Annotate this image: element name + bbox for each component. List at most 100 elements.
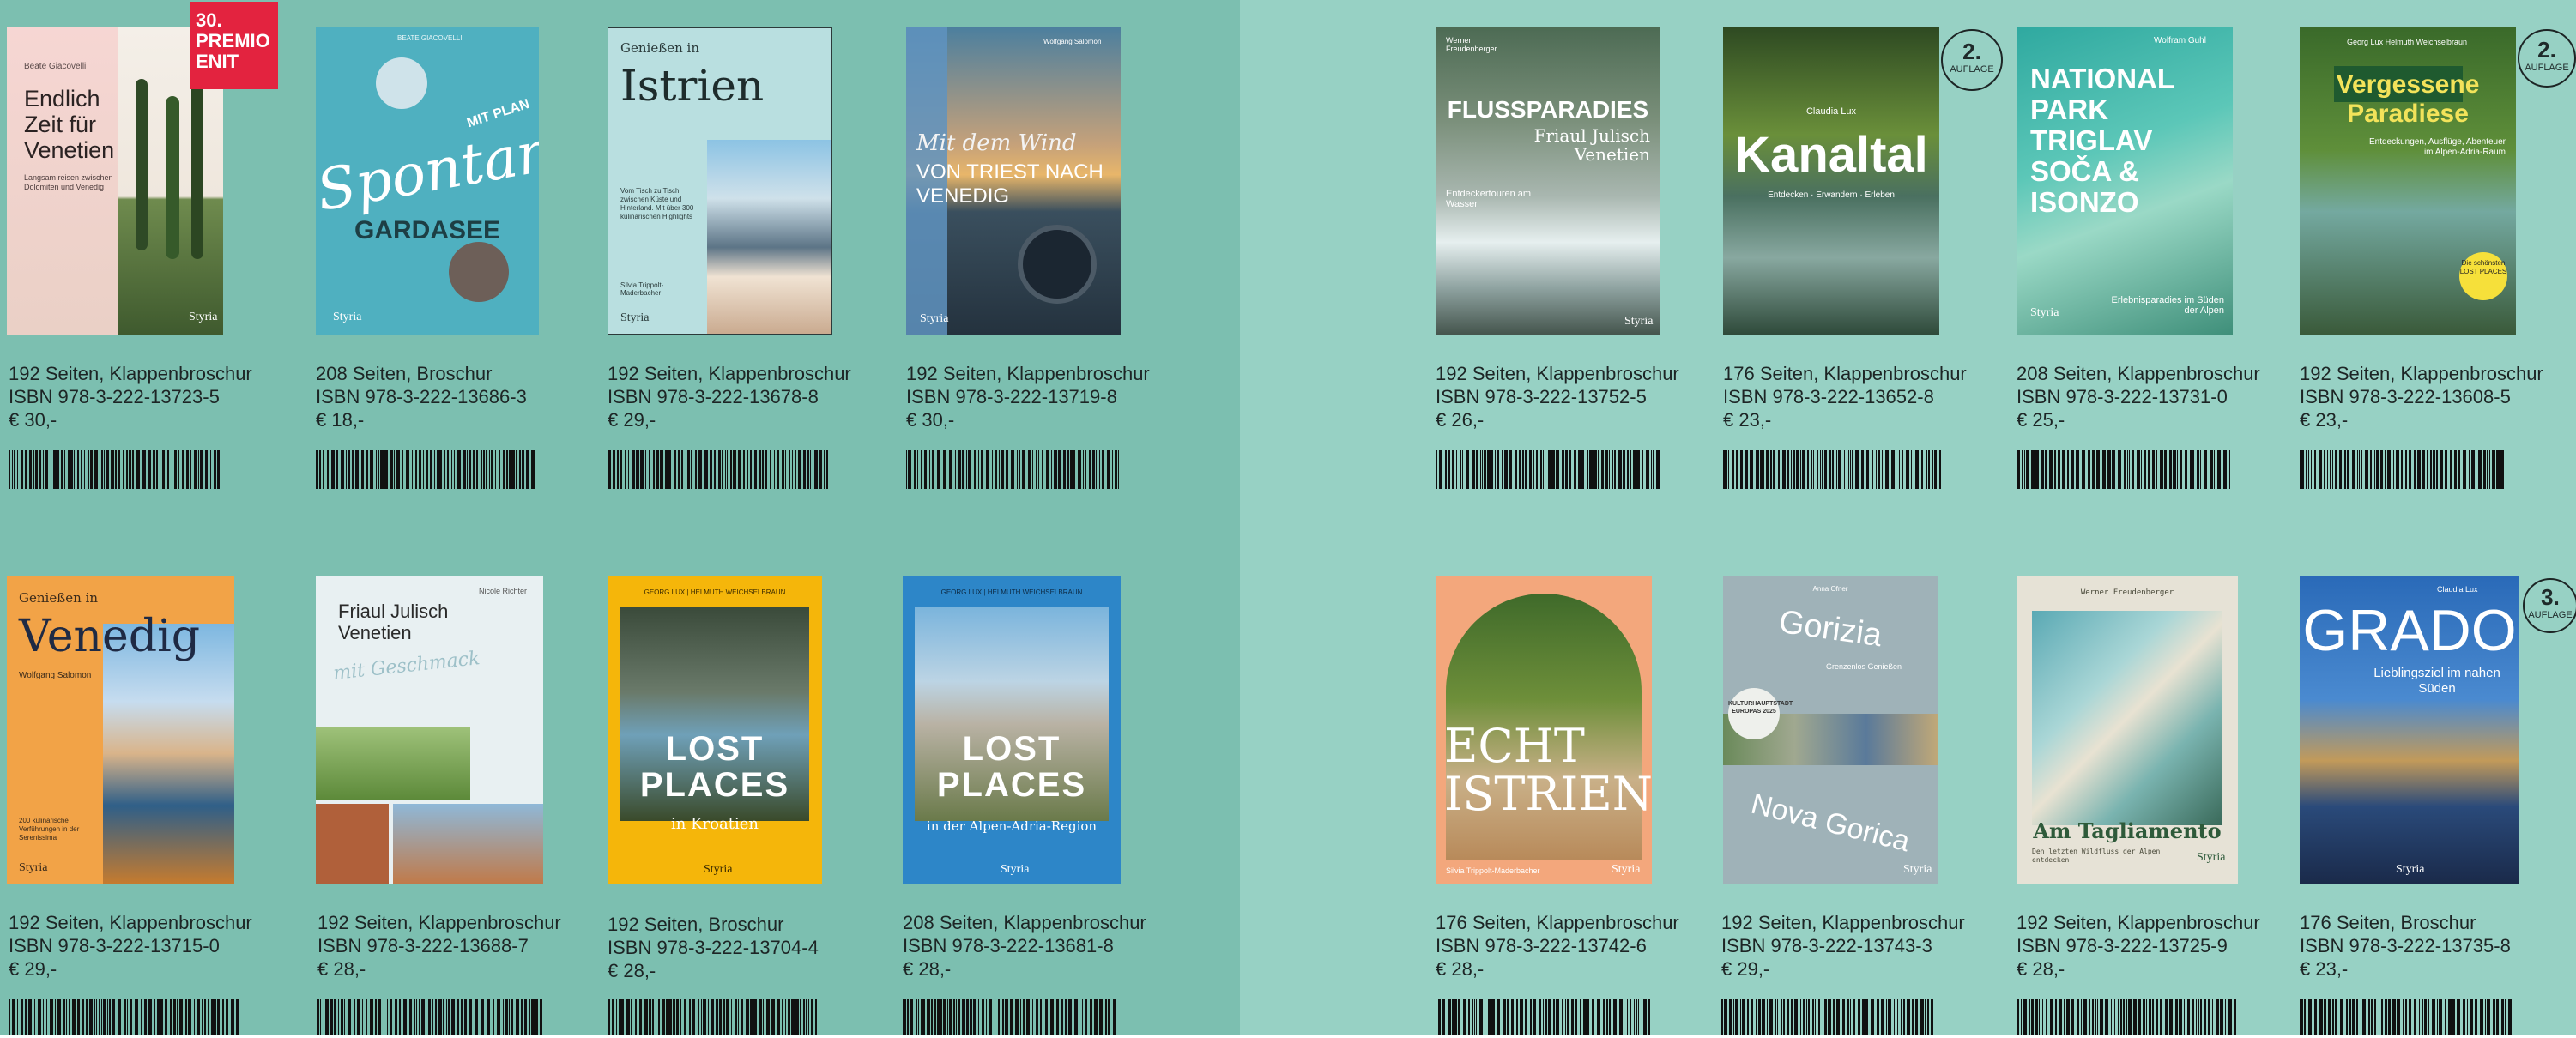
book-price: € 23,- <box>2300 958 2349 980</box>
book-isbn: ISBN 978-3-222-13678-8 <box>608 386 819 407</box>
book-pages: 176 Seiten, Klappenbroschur <box>1436 912 1679 933</box>
book-card-echt-istrien[interactable]: ECHT ISTRIEN Silvia Trippolt-Maderbacher… <box>1429 549 1720 1035</box>
cover-title: Endlich Zeit für Venetien <box>24 86 115 163</box>
book-pages: 192 Seiten, Klappenbroschur <box>1721 912 1965 933</box>
cover-title: Istrien <box>620 61 765 111</box>
book-pages: 192 Seiten, Klappenbroschur <box>2017 912 2260 933</box>
cover-publisher: Styria <box>2396 863 2425 876</box>
book-card-am-tagliamento[interactable]: Werner Freudenberger Am Tagliamento Den … <box>2010 549 2293 1035</box>
book-isbn: ISBN 978-3-222-13608-5 <box>2300 386 2511 407</box>
book-pages: 176 Seiten, Broschur <box>2300 912 2476 933</box>
barcode <box>1721 999 1933 1035</box>
book-info: 176 Seiten, Klappenbroschur ISBN 978-3-2… <box>1723 362 1967 431</box>
auflage-number: 2. <box>1962 39 1981 64</box>
book-price: € 29,- <box>1721 958 1770 980</box>
barcode <box>9 450 220 489</box>
book-price: € 25,- <box>2017 409 2065 431</box>
cover-subtitle: in der Alpen-Adria-Region <box>926 818 1098 834</box>
cover-subtitle: Friaul Julisch Venetien <box>1533 125 1650 165</box>
barcode <box>906 450 1119 489</box>
book-card-friaul-mit-geschmack[interactable]: Friaul Julisch Venetien Nicole Richter m… <box>309 549 601 1035</box>
cover-publisher: Styria <box>189 311 218 323</box>
book-price: € 28,- <box>608 960 656 981</box>
cover-author: Werner Freudenberger <box>2080 588 2174 597</box>
cover-title: FLUSSPARADIES <box>1447 96 1649 123</box>
book-info: 176 Seiten, Klappenbroschur ISBN 978-3-2… <box>1436 911 1679 981</box>
book-isbn: ISBN 978-3-222-13725-9 <box>2017 935 2228 957</box>
barcode <box>9 999 239 1035</box>
book-card-flussparadies[interactable]: Werner Freudenberger FLUSSPARADIES Friau… <box>1429 0 1712 498</box>
cover-subtitle: Erlebnisparadies im Süden der Alpen <box>2111 295 2224 316</box>
book-card-kanaltal[interactable]: Claudia Lux Kanaltal Entdecken · Erwande… <box>1716 0 2008 498</box>
book-price: € 26,- <box>1436 409 1485 431</box>
cover-subtitle: 200 kulinarische Verführungen in der Ser… <box>19 817 80 842</box>
book-price: € 28,- <box>2017 958 2065 980</box>
book-price: € 23,- <box>2300 409 2349 431</box>
book-pages: 192 Seiten, Klappenbroschur <box>9 363 252 384</box>
cover-publisher: Styria <box>333 311 362 323</box>
cover-publisher: Styria <box>920 312 949 325</box>
book-card-lost-places-alpen-adria[interactable]: GEORG LUX | HELMUTH WEICHSELBRAUN LOST P… <box>896 549 1205 1035</box>
book-card-gorizia-nova-gorica[interactable]: KULTURHAUPTSTADT EUROPAS 2025 Anna Ofner… <box>1716 549 2012 1035</box>
book-card-vergessene-paradiese[interactable]: Georg Lux Helmuth Weichselbraun Vergesse… <box>2293 0 2576 498</box>
book-price: € 29,- <box>9 958 57 980</box>
cover-author: Wolfgang Salomon <box>19 671 92 680</box>
book-pages: 192 Seiten, Klappenbroschur <box>2300 363 2543 384</box>
auflage-number: 2. <box>2537 37 2556 63</box>
book-cover: Claudia Lux Kanaltal Entdecken · Erwande… <box>1723 27 1939 335</box>
cover-title: LOST PLACES <box>936 730 1087 804</box>
cover-author: Georg Lux Helmuth Weichselbraun <box>2347 38 2467 46</box>
cover-subtitle: Lieblingsziel im nahen Süden <box>2373 666 2500 696</box>
book-isbn: ISBN 978-3-222-13723-5 <box>9 386 220 407</box>
book-cover: Genießen in Istrien Vom Tisch zu Tisch z… <box>608 27 832 335</box>
book-card-geniessen-in-istrien[interactable]: Genießen in Istrien Vom Tisch zu Tisch z… <box>601 0 892 498</box>
lost-places-sticker: Die schönsten LOST PLACES <box>2459 252 2507 300</box>
cover-publisher: Styria <box>2030 306 2059 319</box>
book-card-grado[interactable]: Claudia Lux GRADO Lieblingsziel im nahen… <box>2293 549 2576 1035</box>
book-card-geniessen-in-venedig[interactable]: Genießen in Venedig Wolfgang Salomon 200… <box>0 549 300 1035</box>
barcode <box>2017 999 2236 1035</box>
book-price: € 29,- <box>608 409 656 431</box>
book-price: € 28,- <box>1436 958 1485 980</box>
book-cover: Werner Freudenberger FLUSSPARADIES Friau… <box>1436 27 1660 335</box>
book-isbn: ISBN 978-3-222-13731-0 <box>2017 386 2228 407</box>
cover-subtitle: Entdecken · Erwandern · Erleben <box>1768 190 1895 200</box>
book-cover: Wolfgang Salomon Mit dem Wind VON TRIEST… <box>906 27 1121 335</box>
book-cover: GEORG LUX | HELMUTH WEICHSELBRAUN LOST P… <box>903 576 1121 884</box>
cover-publisher: Styria <box>1903 863 1932 876</box>
cover-title: Venedig <box>19 611 201 662</box>
book-isbn: ISBN 978-3-222-13681-8 <box>903 935 1114 957</box>
book-isbn: ISBN 978-3-222-13752-5 <box>1436 386 1647 407</box>
book-card-lost-places-kroatien[interactable]: GEORG LUX | HELMUTH WEICHSELBRAUN LOST P… <box>601 549 892 1035</box>
cover-title: Friaul Julisch Venetien <box>338 600 449 643</box>
cover-title2: Nova Gorica <box>1747 787 1914 859</box>
sticker-text: Die schönsten LOST PLACES <box>2459 259 2507 275</box>
barcode <box>608 450 828 489</box>
book-info: 192 Seiten, Broschur ISBN 978-3-222-1370… <box>608 913 819 982</box>
cover-author: Wolfgang Salomon <box>1043 38 1102 45</box>
auflage-badge: 2. AUFLAGE <box>1941 29 2003 91</box>
barcode <box>1436 999 1650 1035</box>
barcode <box>1436 450 1660 489</box>
book-card-nationalpark-triglav[interactable]: Wolfram Guhl NATIONAL PARK TRIGLAV SOČA … <box>2010 0 2293 498</box>
cover-author: Anna Ofner <box>1812 585 1848 593</box>
book-isbn: ISBN 978-3-222-13686-3 <box>316 386 527 407</box>
kulturhauptstadt-sticker: KULTURHAUPTSTADT EUROPAS 2025 <box>1728 688 1793 739</box>
book-pages: 192 Seiten, Klappenbroschur <box>608 363 851 384</box>
book-price: € 30,- <box>9 409 57 431</box>
book-info: 192 Seiten, Klappenbroschur ISBN 978-3-2… <box>317 911 561 981</box>
book-info: 192 Seiten, Klappenbroschur ISBN 978-3-2… <box>906 362 1150 431</box>
auflage-badge: 2. AUFLAGE <box>2518 29 2576 88</box>
auflage-label: AUFLAGE <box>2525 63 2569 73</box>
book-card-spontan-gardasee[interactable]: BEATE GIACOVELLI MIT PLAN Spontan GARDAS… <box>309 0 592 498</box>
auflage-number: 3. <box>2541 584 2560 610</box>
cover-title: Vergessene Paradiese <box>2336 70 2480 128</box>
book-pages: 192 Seiten, Klappenbroschur <box>1436 363 1679 384</box>
cover-author: Beate Giacovelli <box>24 62 87 71</box>
book-info: 192 Seiten, Klappenbroschur ISBN 978-3-2… <box>1721 911 1965 981</box>
book-pages: 192 Seiten, Klappenbroschur <box>906 363 1150 384</box>
cover-subtitle: in Kroatien <box>671 815 759 833</box>
cover-title: Gorizia <box>1776 603 1884 655</box>
cover-author: Silvia Trippolt-Maderbacher <box>620 281 664 297</box>
book-card-von-triest-nach-venedig[interactable]: Wolfgang Salomon Mit dem Wind VON TRIEST… <box>899 0 1191 498</box>
